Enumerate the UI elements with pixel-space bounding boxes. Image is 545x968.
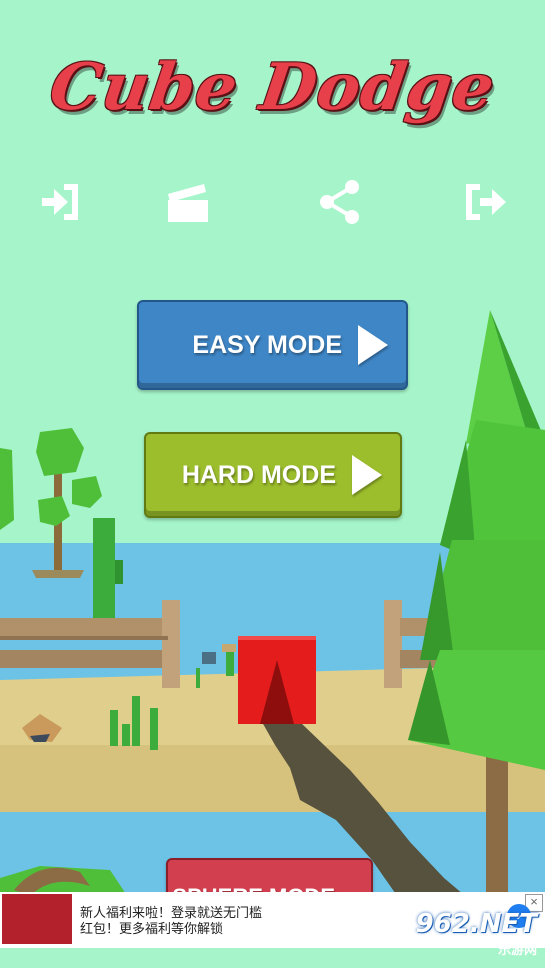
watermark-site: 乐游网: [497, 943, 537, 958]
play-icon: [352, 455, 382, 495]
watermark-brand: 962.NET: [415, 909, 537, 939]
game-title: Cube Dodge: [45, 50, 500, 125]
share-icon[interactable]: [316, 178, 364, 226]
clapperboard-icon[interactable]: [164, 178, 212, 226]
ad-thumbnail: [2, 894, 72, 944]
game-screen: Cube Dodge EASY MODE HARD MODE 新人福利来啦！登录…: [0, 0, 545, 968]
easy-mode-button[interactable]: EASY MODE: [137, 300, 408, 390]
cactus-tall: [93, 518, 115, 618]
play-icon: [358, 325, 388, 365]
exit-icon[interactable]: [462, 178, 510, 226]
red-cube: [238, 636, 316, 724]
hard-mode-label: HARD MODE: [181, 460, 336, 489]
hard-mode-button[interactable]: HARD MODE: [144, 432, 402, 518]
tree-left-top: [36, 428, 84, 476]
enter-icon[interactable]: [38, 178, 86, 226]
ad-text-line2: 红包！更多福利等你解锁: [80, 921, 224, 936]
watermark: 962.NET 乐游网: [416, 909, 537, 958]
easy-mode-label: EASY MODE: [192, 330, 342, 359]
